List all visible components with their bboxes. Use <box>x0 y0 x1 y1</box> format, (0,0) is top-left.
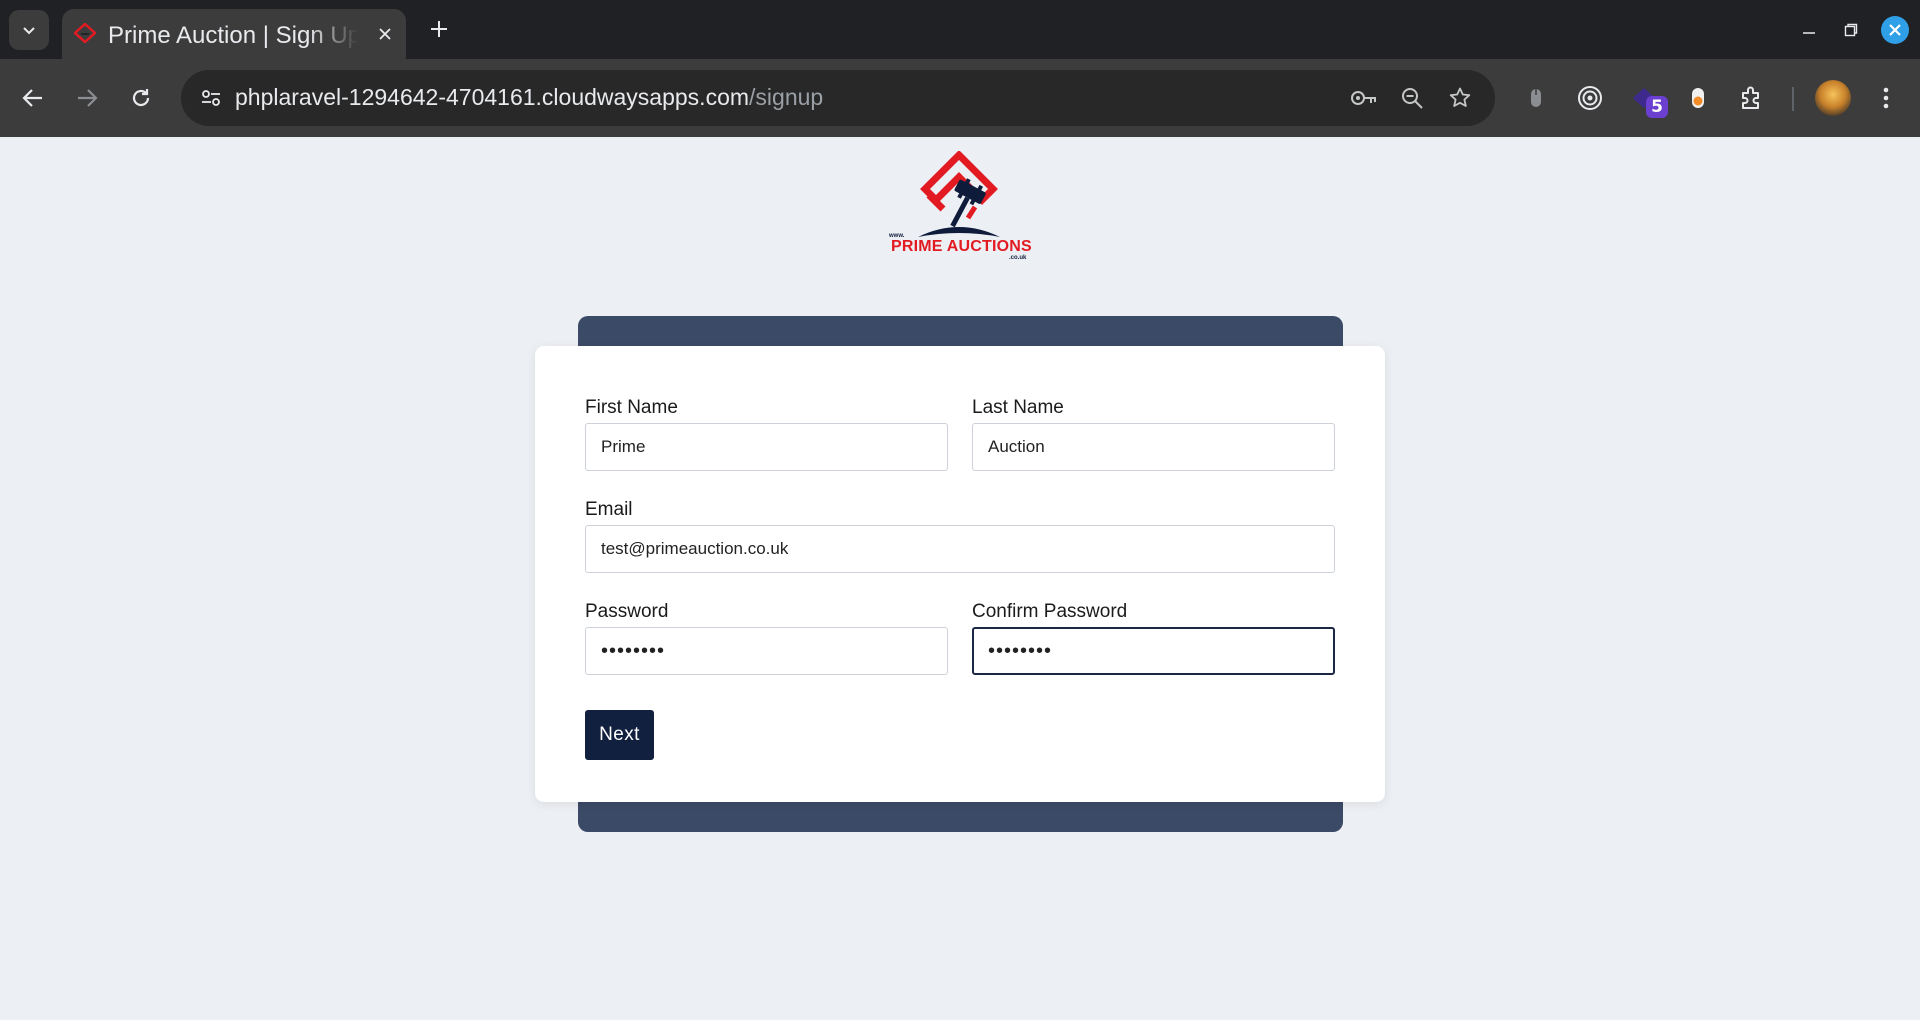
extension-target-icon[interactable] <box>1572 80 1608 116</box>
star-bookmark-icon[interactable] <box>1446 84 1474 112</box>
toolbar-divider <box>1792 87 1794 111</box>
plus-icon <box>431 21 447 37</box>
tab-title: Prime Auction | Sign Up <box>108 22 358 49</box>
close-tab-icon[interactable] <box>374 23 396 45</box>
key-icon[interactable] <box>1350 84 1378 112</box>
profile-avatar[interactable] <box>1815 80 1851 116</box>
new-tab-button[interactable] <box>424 14 454 44</box>
restore-icon <box>1844 23 1858 37</box>
logo-name: PRIME AUCTIONS <box>891 238 1032 255</box>
reload-icon <box>132 89 150 107</box>
minimize-icon <box>1803 32 1815 34</box>
address-bar[interactable]: phplaravel-1294642-4704161.cloudwaysapps… <box>181 70 1495 126</box>
close-window-button[interactable] <box>1881 16 1909 44</box>
signup-form: First Name Last Name Email Password Conf… <box>535 346 1385 802</box>
page-content: www. PRIME AUCTIONS .co.uk First Name La… <box>0 137 1920 1020</box>
arrow-right-icon <box>78 89 98 107</box>
zoom-out-icon[interactable] <box>1398 84 1426 112</box>
close-icon <box>1889 24 1901 36</box>
minimize-window-button[interactable] <box>1797 18 1821 42</box>
first-name-label: First Name <box>585 397 678 418</box>
forward-button[interactable] <box>69 80 105 116</box>
next-button[interactable]: Next <box>585 710 654 760</box>
password-input[interactable] <box>585 627 948 675</box>
email-label: Email <box>585 499 633 520</box>
confirm-password-label: Confirm Password <box>972 601 1128 622</box>
chevron-down-icon <box>23 27 35 35</box>
last-name-input[interactable] <box>972 423 1335 471</box>
url-host: phplaravel-1294642-4704161.cloudwaysapps… <box>235 84 750 110</box>
first-name-input[interactable] <box>585 423 948 471</box>
site-favicon-icon <box>74 23 96 43</box>
browser-toolbar: phplaravel-1294642-4704161.cloudwaysapps… <box>0 59 1920 138</box>
email-input[interactable] <box>585 525 1335 573</box>
browser-menu-button[interactable] <box>1871 80 1901 116</box>
restore-window-button[interactable] <box>1839 18 1863 42</box>
extension-badge: 5 <box>1646 96 1668 118</box>
extension-mouse-icon[interactable] <box>1518 80 1554 116</box>
browser-tab-bar: Prime Auction | Sign Up <box>0 0 1920 59</box>
tab-search-button[interactable] <box>9 10 49 50</box>
back-button[interactable] <box>15 80 51 116</box>
extensions-puzzle-icon[interactable] <box>1734 80 1770 116</box>
reload-button[interactable] <box>123 80 159 116</box>
url-path: /signup <box>749 84 824 110</box>
url-text[interactable]: phplaravel-1294642-4704161.cloudwaysapps… <box>235 84 823 111</box>
extension-orange-icon[interactable] <box>1680 80 1716 116</box>
logo-tld-text: .co.uk <box>1009 255 1027 261</box>
last-name-label: Last Name <box>972 397 1064 418</box>
arrow-left-icon <box>22 89 42 107</box>
site-settings-icon[interactable] <box>195 82 227 114</box>
confirm-password-input[interactable] <box>972 627 1335 675</box>
active-tab[interactable]: Prime Auction | Sign Up <box>62 9 406 59</box>
kebab-menu-icon <box>1883 87 1889 109</box>
password-label: Password <box>585 601 669 622</box>
